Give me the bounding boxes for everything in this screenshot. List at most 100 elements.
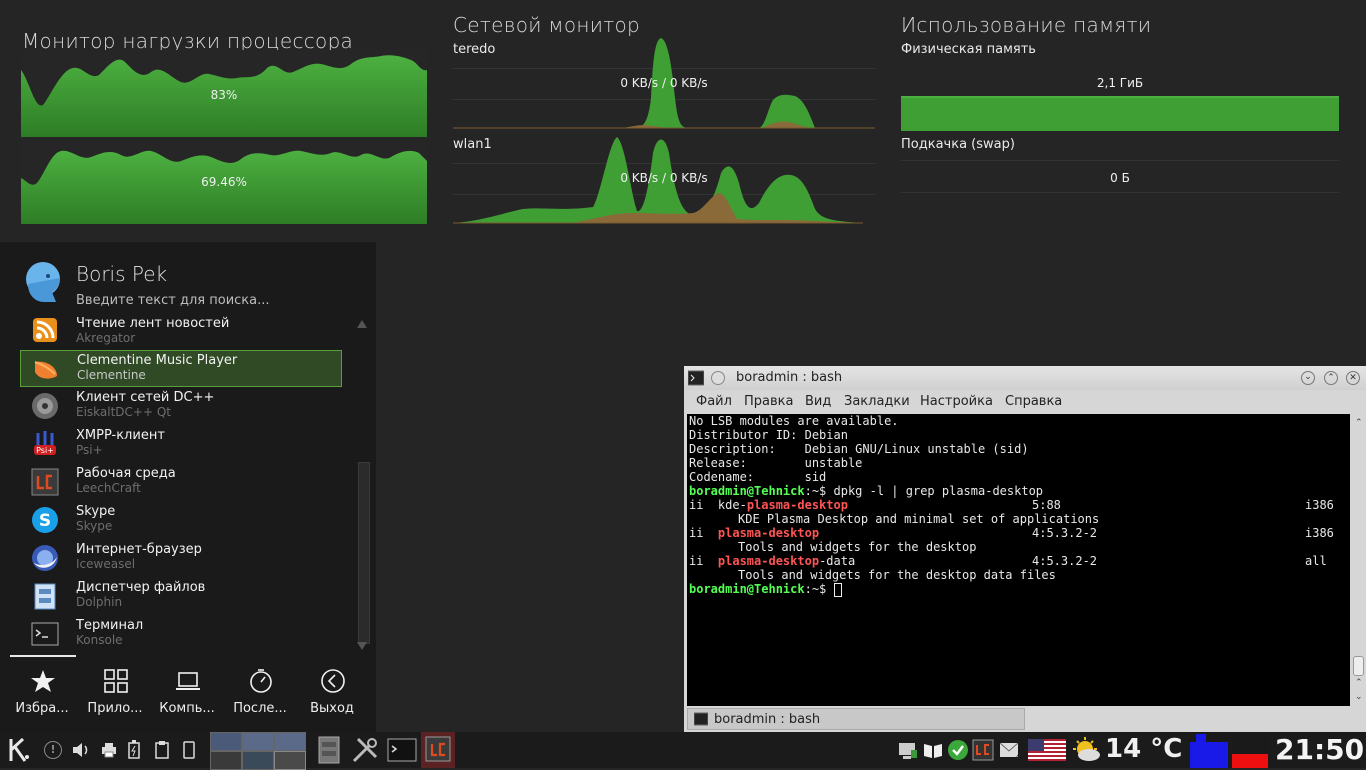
menu-settings[interactable]: Настройка [920, 394, 993, 409]
leechcraft-task-button[interactable] [421, 732, 455, 768]
close-button[interactable]: ✕ [1346, 371, 1360, 385]
notifications-icon[interactable]: ! [44, 741, 62, 759]
terminal-scrollbar[interactable]: ⌃ ⌃ ⌄ [1352, 414, 1364, 706]
desktop-1[interactable] [210, 732, 242, 751]
package-name-prefix: kde- [717, 498, 747, 512]
desktop-5[interactable] [242, 751, 274, 770]
weather-sun-cloud-icon[interactable] [1071, 737, 1101, 763]
cpu-load-tray-graph[interactable] [1190, 732, 1228, 768]
app-name: Clementine Music Player [77, 353, 238, 368]
minimize-button[interactable]: ⌄ [1301, 371, 1315, 385]
digital-clock[interactable]: 21:50 [1275, 733, 1364, 766]
check-tray-icon[interactable] [947, 739, 969, 761]
kde-menu-icon[interactable] [5, 735, 33, 765]
window-title: boradmin : bash [736, 370, 843, 385]
scroll-up-arrow-icon[interactable]: ⌃ [1355, 418, 1363, 428]
package-status: ii [689, 554, 704, 568]
clipboard-icon[interactable] [153, 740, 171, 760]
package-description: Tools and widgets for the desktop [738, 540, 977, 554]
maximize-button[interactable]: ⌃ [1324, 371, 1338, 385]
desktop-2[interactable] [242, 732, 274, 751]
user-name: Boris Pek [76, 262, 168, 286]
app-subtitle: Psi+ [76, 443, 103, 457]
tab-favorites[interactable]: Избра... [6, 658, 78, 728]
tab-leave[interactable]: Выход [296, 658, 368, 728]
star-icon [31, 670, 55, 692]
swap-value: 0 Б [1110, 171, 1130, 185]
cpu0-value: 83% [210, 88, 238, 102]
menu-bookmarks[interactable]: Закладки [844, 394, 910, 409]
device-notifier-icon[interactable] [180, 740, 198, 760]
terminal-tab[interactable]: boradmin : bash [687, 708, 1025, 730]
app-item-dolphin[interactable]: Диспетчер файлов Dolphin [20, 578, 342, 615]
network-tray-icon[interactable] [897, 740, 919, 760]
package-version: 4:5.3.2-2 [1032, 526, 1098, 540]
tab-label: Выход [310, 701, 354, 716]
app-name: Терминал [76, 618, 144, 633]
app-item-akregator[interactable]: Чтение лент новостей Akregator [20, 312, 342, 349]
active-tab-indicator [10, 655, 76, 657]
app-item-psi[interactable]: Psi+ XMPP-клиент Psi+ [20, 426, 342, 463]
app-item-iceweasel[interactable]: Интернет-браузер Iceweasel [20, 540, 342, 577]
system-settings-task-icon[interactable] [350, 735, 380, 765]
konsole-task-icon[interactable] [387, 735, 417, 765]
scrollbar-thumb[interactable] [1353, 656, 1364, 676]
scroll-down-arrow-icon[interactable] [357, 642, 367, 650]
taskbar: ! 4 14 °C 21:50 [0, 732, 1366, 770]
terminal-cursor [833, 582, 842, 597]
app-item-leechcraft[interactable]: Рабочая среда LeechCraft [20, 464, 342, 501]
app-subtitle: Clementine [77, 368, 146, 382]
menu-file[interactable]: Файл [696, 394, 732, 409]
tab-label: Компь... [159, 701, 215, 716]
weather-temperature[interactable]: 14 °C [1105, 734, 1182, 764]
menu-help[interactable]: Справка [1005, 394, 1062, 409]
mail-tray-icon[interactable]: 4 [998, 739, 1022, 761]
terminal-output[interactable]: No LSB modules are available. Distributo… [687, 414, 1350, 706]
app-item-skype[interactable]: S Skype Skype [20, 502, 342, 539]
tab-recent[interactable]: После... [224, 658, 296, 728]
physical-memory-value: 2,1 ГиБ [1096, 76, 1144, 90]
app-list-scrollbar[interactable] [358, 462, 370, 644]
browser-globe-icon [32, 545, 58, 571]
leechcraft-task-icon [425, 736, 451, 762]
tab-computer[interactable]: Компь... [151, 658, 223, 728]
app-item-clementine[interactable]: Clementine Music Player Clementine [20, 350, 342, 387]
desktop-3[interactable] [274, 732, 306, 751]
desktop-6[interactable] [274, 751, 306, 770]
svg-text:S: S [39, 511, 51, 531]
tab-label: После... [233, 701, 287, 716]
desktop-4[interactable] [210, 751, 242, 770]
package-name-match: plasma-desktop [717, 526, 820, 540]
package-line: ii plasma-desktop-data [689, 554, 855, 568]
skype-icon: S [32, 507, 58, 533]
scroll-up-arrow-icon[interactable]: ⌃ [1355, 678, 1363, 688]
package-status: ii [689, 526, 704, 540]
keyboard-layout-us-flag-icon[interactable] [1028, 739, 1066, 761]
virtual-desktop-pager[interactable] [210, 732, 306, 770]
volume-icon[interactable] [71, 741, 91, 759]
app-item-eiskaltdc[interactable]: Клиент сетей DC++ EiskaltDC++ Qt [20, 388, 342, 425]
window-menu-button[interactable] [711, 371, 725, 385]
dictionary-tray-icon[interactable] [922, 740, 944, 760]
prompt-user: boradmin@Tehnick [689, 484, 805, 498]
tab-applications[interactable]: Прило... [79, 658, 151, 728]
scroll-up-arrow-icon[interactable] [357, 320, 367, 328]
search-input[interactable]: Введите текст для поиска... [76, 293, 356, 308]
app-item-konsole[interactable]: Терминал Konsole [20, 616, 342, 653]
tab-title: boradmin : bash [714, 712, 821, 727]
title-bar[interactable]: boradmin : bash ⌄ ⌃ ✕ [684, 366, 1366, 390]
prompt-line: boradmin@Tehnick:~$ [689, 582, 842, 597]
scroll-down-arrow-icon[interactable]: ⌄ [1355, 692, 1363, 702]
menu-edit[interactable]: Правка [744, 394, 793, 409]
leechcraft-tray-icon[interactable] [972, 739, 994, 761]
battery-icon[interactable] [127, 740, 141, 760]
swap-label: Подкачка (swap) [901, 137, 1015, 152]
command-text: dpkg -l | grep plasma-desktop [833, 484, 1044, 498]
menu-view[interactable]: Вид [805, 394, 831, 409]
svg-text:4: 4 [1016, 752, 1021, 761]
dolphin-task-icon[interactable] [316, 735, 342, 765]
app-name: Диспетчер файлов [76, 580, 206, 595]
terminal-icon [31, 622, 59, 646]
printer-icon[interactable] [100, 741, 118, 759]
memory-tray-graph[interactable] [1232, 732, 1268, 768]
